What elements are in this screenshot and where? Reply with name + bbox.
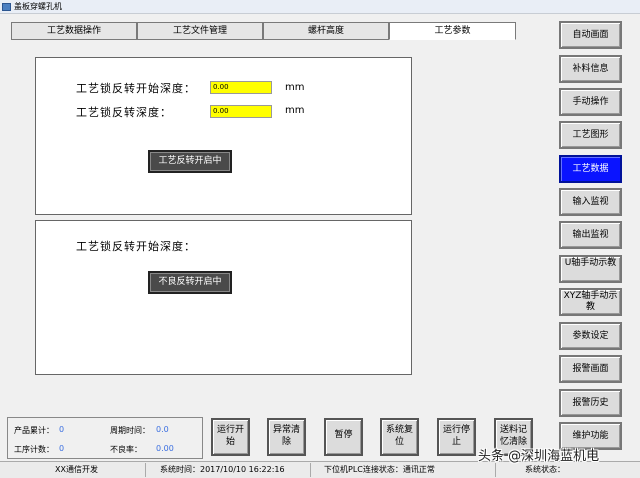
- start-depth-unit: mm: [285, 82, 305, 93]
- defect-rate-value: 0.00: [156, 444, 174, 453]
- sidebar: 自动画面 补料信息 手动操作 工艺图形 工艺数据 输入监视 输出监视 U轴手动示…: [556, 0, 640, 458]
- depth-input[interactable]: 0.00: [210, 105, 272, 118]
- defect-reverse-toggle-button[interactable]: 不良反转开启中: [148, 271, 232, 294]
- run-stop-button[interactable]: 运行停止: [437, 418, 476, 456]
- status-comm: XX通信开发: [55, 465, 98, 474]
- tab-screw-height[interactable]: 螺杆高度: [263, 22, 389, 40]
- sidebar-item-process-data[interactable]: 工艺数据: [559, 155, 622, 183]
- depth-label: 工艺锁反转深度：: [76, 106, 172, 119]
- run-start-button[interactable]: 运行开始: [211, 418, 250, 456]
- watermark: 头条 @深圳海蓝机电: [478, 449, 600, 464]
- title-bar: 盖板穿螺孔机: [0, 0, 640, 14]
- start-depth-label: 工艺锁反转开始深度：: [76, 82, 196, 95]
- status-system-state: 系统状态：: [525, 465, 565, 474]
- start-depth-input[interactable]: 0.00: [210, 81, 272, 94]
- counters-panel: 产品累计： 0 周期时间： 0.0 工序计数： 0 不良率： 0.00: [7, 417, 203, 459]
- defect-rate-label: 不良率：: [110, 445, 142, 454]
- pause-button[interactable]: 暂停: [324, 418, 363, 456]
- sidebar-item-alarm-history[interactable]: 报警历史: [559, 389, 622, 417]
- system-reset-button[interactable]: 系统复位: [380, 418, 419, 456]
- app-icon: [2, 3, 11, 11]
- window-title: 盖板穿螺孔机: [14, 2, 62, 11]
- error-clear-button[interactable]: 异常清除: [267, 418, 306, 456]
- status-system-time: 系统时间：2017/10/10 16:22:16: [160, 465, 285, 474]
- sidebar-item-input-monitor[interactable]: 输入监视: [559, 188, 622, 216]
- sidebar-item-u-axis-teach[interactable]: U轴手动示教: [559, 255, 622, 283]
- sidebar-item-parameter-settings[interactable]: 参数设定: [559, 322, 622, 350]
- main-content: 工艺数据操作 工艺文件管理 螺杆高度 工艺参数 工艺锁反转开始深度： 0.00 …: [3, 14, 550, 411]
- cycle-time-label: 周期时间：: [110, 426, 150, 435]
- sidebar-item-auto-screen[interactable]: 自动画面: [559, 21, 622, 49]
- product-total-label: 产品累计：: [14, 426, 54, 435]
- tab-process-data-operation[interactable]: 工艺数据操作: [11, 22, 137, 40]
- sidebar-item-xyz-axis-teach[interactable]: XYZ轴手动示教: [559, 288, 622, 316]
- tab-bar: 工艺数据操作 工艺文件管理 螺杆高度 工艺参数: [11, 22, 516, 40]
- defect-reverse-panel: 工艺锁反转开始深度： 不良反转开启中: [35, 220, 412, 375]
- sidebar-item-feed-info[interactable]: 补料信息: [559, 55, 622, 83]
- reverse-params-panel: 工艺锁反转开始深度： 0.00 mm 工艺锁反转深度： 0.00 mm 工艺反转…: [35, 57, 412, 215]
- defect-start-depth-label: 工艺锁反转开始深度：: [76, 240, 196, 253]
- status-plc-state: 下位机PLC连接状态：通讯正常: [324, 465, 435, 474]
- cycle-time-value: 0.0: [156, 425, 169, 434]
- tab-process-parameters[interactable]: 工艺参数: [389, 22, 516, 40]
- sidebar-item-manual-operation[interactable]: 手动操作: [559, 88, 622, 116]
- sidebar-item-alarm-screen[interactable]: 报警画面: [559, 355, 622, 383]
- process-reverse-toggle-button[interactable]: 工艺反转开启中: [148, 150, 232, 173]
- step-count-label: 工序计数：: [14, 445, 54, 454]
- sidebar-item-output-monitor[interactable]: 输出监视: [559, 221, 622, 249]
- sidebar-item-process-graphic[interactable]: 工艺图形: [559, 121, 622, 149]
- tab-process-file-management[interactable]: 工艺文件管理: [137, 22, 263, 40]
- product-total-value: 0: [59, 425, 65, 434]
- depth-unit: mm: [285, 105, 305, 116]
- step-count-value: 0: [59, 444, 65, 453]
